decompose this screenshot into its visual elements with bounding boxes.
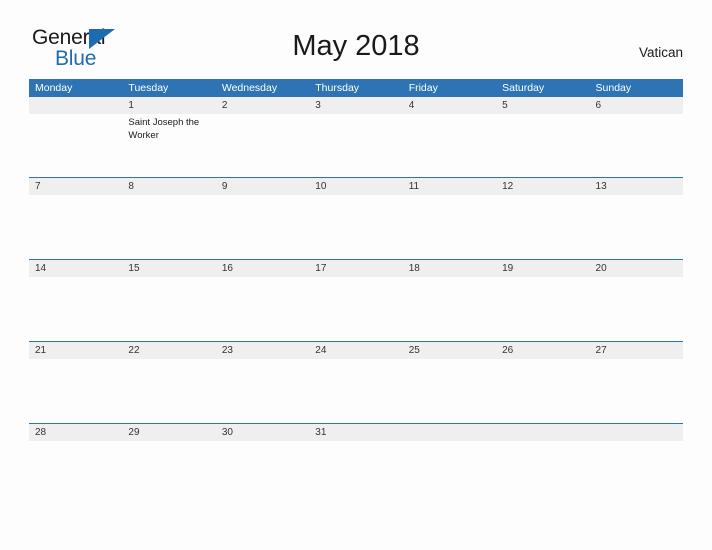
day-number[interactable]: 23 — [216, 342, 309, 359]
day-cell[interactable] — [309, 114, 402, 176]
region-label: Vatican — [638, 45, 683, 60]
day-cell[interactable] — [403, 114, 496, 176]
day-number[interactable]: 27 — [590, 342, 683, 359]
weekday-header-wednesday: Wednesday — [221, 82, 278, 94]
day-cell[interactable] — [403, 277, 496, 339]
day-cell[interactable] — [309, 277, 402, 339]
day-number[interactable]: 24 — [309, 342, 402, 359]
day-number[interactable]: 12 — [496, 178, 589, 195]
day-number[interactable]: 21 — [29, 342, 122, 359]
week-date-band: 21 22 23 24 25 26 27 — [29, 342, 683, 359]
holiday-event: Saint Joseph the Worker — [128, 117, 200, 141]
week-events-band: Saint Joseph the Worker — [29, 114, 683, 176]
weekday-header-row: Monday Tuesday Wednesday Thursday Friday Satu… — [29, 79, 683, 97]
day-number[interactable]: 20 — [590, 260, 683, 277]
day-number[interactable]: 14 — [29, 260, 122, 277]
day-number[interactable]: 26 — [496, 342, 589, 359]
day-cell[interactable] — [496, 277, 589, 339]
day-number[interactable]: 28 — [29, 424, 122, 441]
week-events-band — [29, 359, 683, 421]
calendar-week-row: 14 15 16 17 18 19 20 — [29, 259, 683, 341]
week-date-band: 123456 — [29, 97, 683, 114]
day-cell[interactable] — [496, 114, 589, 176]
day-number[interactable] — [496, 424, 589, 441]
day-cell[interactable] — [309, 195, 402, 257]
day-number[interactable]: 19 — [496, 260, 589, 277]
day-cell[interactable] — [309, 359, 402, 421]
day-number[interactable]: 18 — [403, 260, 496, 277]
day-number[interactable]: 8 — [122, 178, 215, 195]
week-date-band: 28 29 30 31 — [29, 424, 683, 441]
day-number[interactable]: 15 — [122, 260, 215, 277]
day-cell[interactable] — [496, 195, 589, 257]
day-cell[interactable] — [216, 359, 309, 421]
day-number[interactable]: 7 — [29, 178, 122, 195]
day-number[interactable]: 31 — [309, 424, 402, 441]
day-cell[interactable] — [403, 195, 496, 257]
day-cell[interactable] — [590, 114, 683, 176]
weekday-header-friday: Friday — [408, 82, 438, 94]
week-date-band: 14 15 16 17 18 19 20 — [29, 260, 683, 277]
day-cell[interactable] — [216, 277, 309, 339]
week-date-band: 7 8 9 10 11 12 13 — [29, 178, 683, 195]
day-cell[interactable] — [122, 195, 215, 257]
day-number[interactable]: 10 — [309, 178, 402, 195]
day-cell[interactable] — [29, 359, 122, 421]
day-cell[interactable] — [590, 359, 683, 421]
day-number[interactable]: 22 — [122, 342, 215, 359]
day-cell[interactable] — [122, 277, 215, 339]
day-number[interactable]: 1 — [122, 97, 215, 114]
day-cell[interactable] — [29, 114, 122, 176]
weekday-header-thursday: Thursday — [315, 82, 360, 94]
day-number[interactable]: 6 — [590, 97, 683, 114]
day-cell[interactable] — [29, 277, 122, 339]
calendar-week-row: 28 29 30 31 — [29, 423, 683, 452]
calendar-weeks: 1 2 3 4 5 6 Saint Joseph the Worker 7 8 9 10 11 12 13… — [29, 97, 683, 452]
day-number[interactable]: 13 — [590, 178, 683, 195]
day-cell[interactable] — [122, 359, 215, 421]
weekday-header-tuesday: Tuesday — [128, 82, 169, 94]
day-cell[interactable]: Saint Joseph the Worker — [122, 114, 215, 176]
day-number[interactable]: 29 — [122, 424, 215, 441]
day-number[interactable]: 9 — [216, 178, 309, 195]
day-cell[interactable] — [590, 277, 683, 339]
week-events-band — [29, 277, 683, 339]
calendar-grid: Monday Tuesday Wednesday Thursday Friday Satu… — [29, 79, 683, 452]
calendar-week-row: 1 2 3 4 5 6 Saint Joseph the Worker — [29, 97, 683, 177]
day-number[interactable]: 30 — [216, 424, 309, 441]
calendar-week-row: 7 8 9 10 11 12 13 — [29, 177, 683, 259]
day-number[interactable]: 5 — [496, 97, 589, 114]
weekday-header-saturday: Saturday — [502, 82, 545, 94]
day-cell[interactable] — [590, 195, 683, 257]
week-events-band — [29, 195, 683, 257]
page-title: May 2018 — [292, 30, 420, 62]
day-number[interactable] — [403, 424, 496, 441]
day-number[interactable] — [29, 97, 122, 114]
day-number[interactable]: 11 — [403, 178, 496, 195]
day-number[interactable]: 16 — [216, 260, 309, 277]
weekday-header-sunday: Sunday — [595, 82, 632, 94]
weekday-header-monday: Monday — [35, 82, 73, 94]
day-cell[interactable] — [216, 195, 309, 257]
day-number[interactable]: 2 — [216, 97, 309, 114]
page-header: General Blue May 2018 Vatican — [0, 0, 712, 78]
day-number[interactable] — [590, 424, 683, 441]
calendar-week-row: 21 22 23 24 25 26 27 — [29, 341, 683, 423]
day-number[interactable]: 25 — [403, 342, 496, 359]
day-cell[interactable] — [29, 195, 122, 257]
day-cell[interactable] — [216, 114, 309, 176]
day-number[interactable]: 3 — [309, 97, 402, 114]
day-number[interactable]: 17 — [309, 260, 402, 277]
day-cell[interactable] — [403, 359, 496, 421]
calendar-page: General Blue May 2018 Vatican Monday Tues… — [0, 0, 712, 550]
day-cell[interactable] — [496, 359, 589, 421]
day-number[interactable]: 4 — [403, 97, 496, 114]
